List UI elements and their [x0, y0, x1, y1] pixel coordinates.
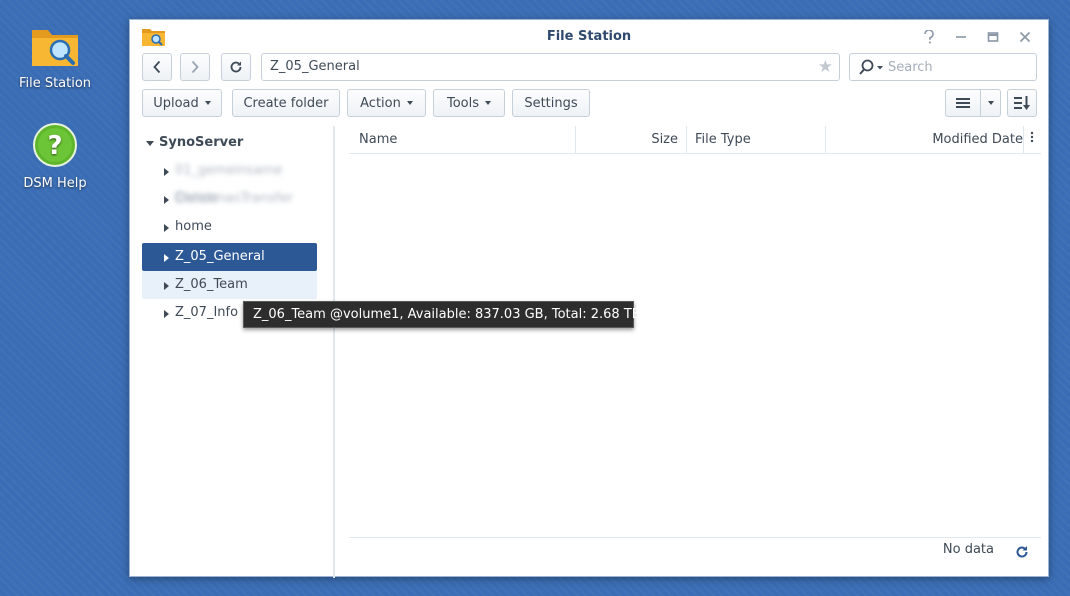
- tree-item-label: home: [175, 219, 212, 234]
- tree-root-label: SynoServer: [159, 135, 244, 150]
- footer-divider: [349, 537, 1041, 538]
- chevron-right-icon: [191, 60, 199, 74]
- refresh-button[interactable]: [221, 53, 251, 81]
- sort-button[interactable]: [1007, 89, 1037, 117]
- window-title: File Station: [546, 29, 632, 44]
- search-box[interactable]: [849, 53, 1037, 81]
- help-icon[interactable]: [918, 26, 940, 48]
- create-folder-label: Create folder: [243, 95, 329, 111]
- desktop-icon-dsm-help[interactable]: ? DSM Help: [10, 122, 100, 191]
- column-header-modified-date[interactable]: Modified Date: [932, 126, 1023, 154]
- tree-item[interactable]: 01_gemeinsame Dateie: [142, 157, 317, 206]
- action-button[interactable]: Action: [347, 89, 426, 117]
- list-view-button[interactable]: [945, 89, 981, 117]
- file-list-header: Name Size File Type Modified Date: [349, 126, 1041, 154]
- tree-item-label: Z_06_Team: [175, 277, 248, 292]
- list-view-icon: [956, 98, 970, 108]
- path-bar[interactable]: Z_05_General ★: [261, 53, 840, 81]
- list-status-text: No data: [942, 542, 994, 557]
- tree-item-z06-team[interactable]: Z_06_Team: [142, 271, 317, 299]
- sort-icon: [1014, 96, 1030, 110]
- expand-arrow-icon[interactable]: [164, 310, 169, 318]
- tree-root-synoserver[interactable]: SynoServer: [142, 129, 317, 157]
- settings-label: Settings: [524, 95, 578, 111]
- tools-label: Tools: [446, 95, 480, 111]
- column-header-name[interactable]: Name: [359, 126, 397, 154]
- expand-arrow-icon[interactable]: [164, 168, 169, 176]
- create-folder-button[interactable]: Create folder: [232, 89, 340, 117]
- tree-item-label: Z_07_Info: [175, 305, 239, 320]
- upload-label: Upload: [153, 95, 199, 111]
- forward-button[interactable]: [180, 53, 210, 81]
- close-icon[interactable]: [1014, 26, 1036, 48]
- folder-magnifier-icon: [28, 22, 82, 72]
- expand-arrow-icon[interactable]: [164, 224, 169, 232]
- column-divider[interactable]: [575, 126, 576, 154]
- column-header-file-type[interactable]: File Type: [695, 126, 751, 154]
- action-label: Action: [360, 95, 401, 111]
- expand-arrow-icon[interactable]: [164, 254, 169, 262]
- path-text: Z_05_General: [270, 59, 360, 74]
- help-question-icon: ?: [28, 122, 82, 172]
- caret-down-icon: [987, 101, 994, 105]
- maximize-icon[interactable]: [982, 26, 1004, 48]
- desktop-icon-file-station[interactable]: File Station: [10, 22, 100, 91]
- desktop-icon-label: DSM Help: [23, 176, 87, 191]
- column-divider[interactable]: [1023, 126, 1024, 154]
- folder-tree: SynoServer 01_gemeinsame Dateie Christma…: [130, 126, 334, 578]
- file-station-window: File Station Z_05_General ★ Upload Creat…: [129, 19, 1049, 578]
- back-button[interactable]: [142, 53, 172, 81]
- chevron-left-icon: [153, 60, 161, 74]
- star-favorite-icon[interactable]: ★: [818, 58, 833, 76]
- expand-arrow-icon[interactable]: [146, 141, 154, 146]
- caret-down-icon: [204, 101, 211, 105]
- refresh-icon[interactable]: [1014, 544, 1030, 560]
- tree-item[interactable]: ChristmasTransfer: [142, 185, 317, 213]
- expand-arrow-icon[interactable]: [164, 282, 169, 290]
- caret-down-icon: [406, 101, 413, 105]
- tree-item-label: ChristmasTransfer: [175, 191, 293, 206]
- tree-item-label: Z_05_General: [175, 249, 265, 264]
- upload-button[interactable]: Upload: [142, 89, 222, 117]
- column-menu-icon[interactable]: [1027, 126, 1037, 154]
- column-divider[interactable]: [825, 126, 826, 154]
- volume-tooltip: Z_06_Team @volume1, Available: 837.03 GB…: [243, 301, 641, 328]
- search-input[interactable]: [888, 54, 1028, 80]
- svg-text:?: ?: [47, 131, 62, 161]
- tools-button[interactable]: Tools: [433, 89, 505, 117]
- caret-down-icon: [485, 101, 492, 105]
- expand-arrow-icon[interactable]: [164, 196, 169, 204]
- search-icon[interactable]: [858, 59, 886, 76]
- column-header-size[interactable]: Size: [651, 126, 678, 154]
- column-divider[interactable]: [686, 126, 687, 154]
- titlebar[interactable]: File Station: [130, 20, 1048, 54]
- refresh-icon: [230, 61, 242, 73]
- view-mode-dropdown[interactable]: [980, 89, 1001, 117]
- tree-item-z05-general[interactable]: Z_05_General: [142, 243, 317, 271]
- pane-splitter[interactable]: [333, 126, 335, 578]
- settings-button[interactable]: Settings: [512, 89, 590, 117]
- desktop-icon-label: File Station: [18, 76, 92, 91]
- minimize-icon[interactable]: [950, 26, 972, 48]
- tree-item-home[interactable]: home: [142, 213, 317, 241]
